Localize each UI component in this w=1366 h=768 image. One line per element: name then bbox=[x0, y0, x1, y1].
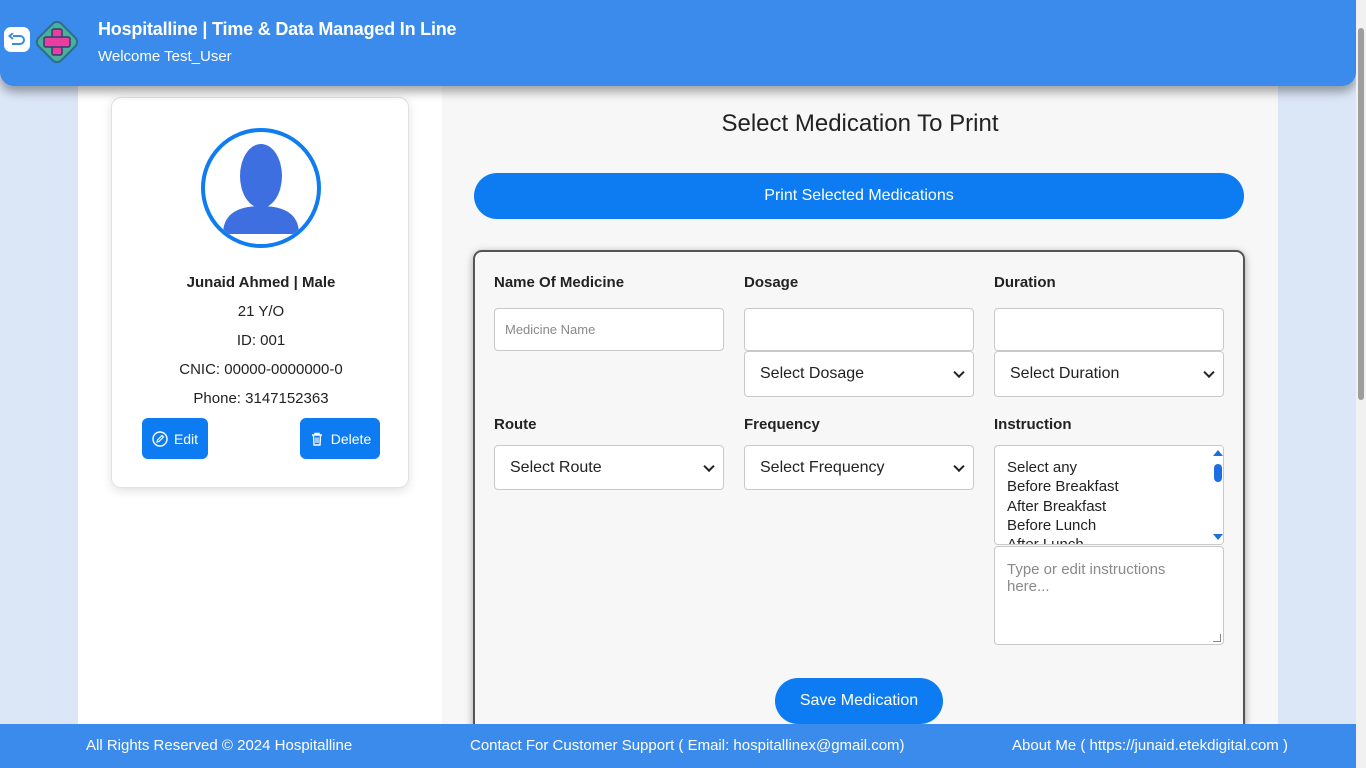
resize-handle-icon[interactable] bbox=[1213, 634, 1221, 642]
trash-icon bbox=[311, 432, 322, 446]
patient-id: ID: 001 bbox=[236, 332, 286, 349]
instruction-listbox[interactable]: Select any Before Breakfast After Breakf… bbox=[994, 445, 1224, 545]
instruction-label: Instruction bbox=[994, 416, 1072, 433]
dosage-select[interactable]: Select Dosage bbox=[744, 351, 974, 397]
dosage-input[interactable] bbox=[744, 308, 974, 351]
page-title: Select Medication To Print bbox=[721, 110, 999, 137]
print-medications-button[interactable]: Print Selected Medications bbox=[474, 173, 1244, 219]
listbox-scrollbar[interactable] bbox=[1209, 446, 1223, 544]
footer: All Rights Reserved © 2024 Hospitalline … bbox=[0, 724, 1356, 768]
medicine-name-input[interactable]: Medicine Name bbox=[494, 308, 724, 351]
route-select[interactable]: Select Route bbox=[494, 445, 724, 490]
save-medication-button[interactable]: Save Medication bbox=[775, 678, 943, 724]
duration-label: Duration bbox=[994, 274, 1056, 291]
top-header: Hospitalline | Time & Data Managed In Li… bbox=[0, 0, 1356, 86]
delete-button[interactable]: Delete bbox=[300, 418, 380, 459]
patient-age: 21 Y/O bbox=[237, 303, 285, 320]
page-scrollbar[interactable] bbox=[1356, 0, 1366, 768]
page-scroll-thumb[interactable] bbox=[1358, 28, 1364, 400]
welcome-text: Welcome Test_User bbox=[98, 48, 232, 65]
back-icon[interactable] bbox=[4, 27, 30, 52]
footer-contact-link[interactable]: Contact For Customer Support ( Email: ho… bbox=[470, 737, 905, 754]
instruction-option[interactable]: Before Breakfast bbox=[995, 477, 1223, 496]
instruction-textarea[interactable]: Type or edit instructions here... bbox=[994, 546, 1224, 645]
scroll-down-icon[interactable] bbox=[1213, 534, 1223, 540]
instruction-option[interactable]: After Lunch bbox=[995, 535, 1223, 544]
edit-button[interactable]: Edit bbox=[142, 418, 208, 459]
footer-rights: All Rights Reserved © 2024 Hospitalline bbox=[86, 737, 353, 754]
frequency-select[interactable]: Select Frequency bbox=[744, 445, 974, 490]
dosage-label: Dosage bbox=[744, 274, 799, 291]
edit-icon bbox=[152, 430, 168, 447]
patient-profile-card: Junaid Ahmed | Male 21 Y/O ID: 001 CNIC:… bbox=[111, 97, 409, 488]
patient-name: Junaid Ahmed | Male bbox=[186, 274, 336, 291]
duration-input[interactable] bbox=[994, 308, 1224, 351]
frequency-label: Frequency bbox=[744, 416, 820, 433]
hospital-logo-icon bbox=[33, 18, 81, 66]
route-label: Route bbox=[494, 416, 537, 433]
scroll-thumb[interactable] bbox=[1214, 464, 1222, 482]
scroll-up-icon[interactable] bbox=[1213, 450, 1223, 456]
medicine-label: Name Of Medicine bbox=[494, 274, 625, 291]
instruction-option[interactable]: After Breakfast bbox=[995, 497, 1223, 516]
app-title: Hospitalline | Time & Data Managed In Li… bbox=[98, 19, 457, 39]
instruction-option[interactable]: Select any bbox=[995, 458, 1223, 477]
patient-cnic: CNIC: 00000-0000000-0 bbox=[179, 361, 343, 378]
delete-label: Delete bbox=[330, 430, 372, 447]
instruction-placeholder: Type or edit instructions here... bbox=[1007, 561, 1166, 595]
instruction-option[interactable]: Before Lunch bbox=[995, 516, 1223, 535]
duration-select[interactable]: Select Duration bbox=[994, 351, 1224, 397]
avatar-icon bbox=[201, 128, 321, 248]
edit-label: Edit bbox=[173, 430, 199, 447]
footer-about-link[interactable]: About Me ( https://junaid.etekdigital.co… bbox=[1012, 737, 1288, 754]
patient-phone: Phone: 3147152363 bbox=[193, 390, 329, 407]
